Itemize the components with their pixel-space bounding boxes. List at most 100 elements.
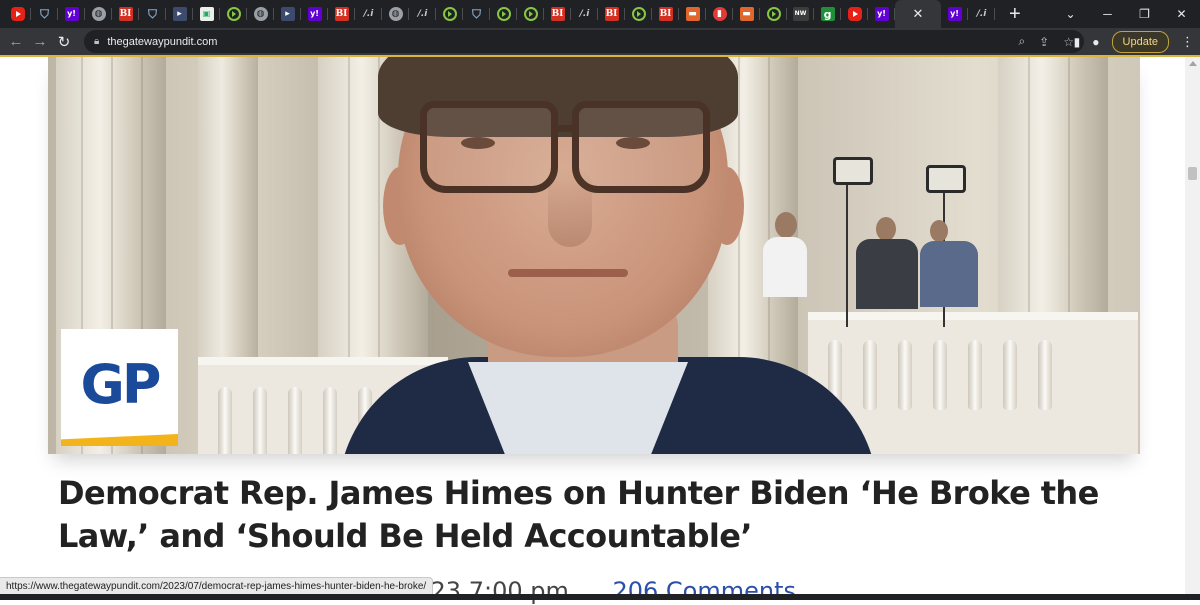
- lock-icon[interactable]: 🔒︎: [94, 36, 99, 47]
- reload-button[interactable]: ↻: [52, 33, 76, 51]
- yahoo-icon: y!: [874, 7, 889, 21]
- zoom-icon[interactable]: ⌕: [1018, 34, 1025, 49]
- update-button[interactable]: Update: [1111, 30, 1169, 53]
- browser-tab[interactable]: BI: [652, 0, 679, 28]
- restore-button[interactable]: ❐: [1126, 7, 1163, 21]
- window-controls: ⌄ ─ ❐ ✕: [1052, 0, 1200, 28]
- browser-tab[interactable]: ⛉: [463, 0, 490, 28]
- subject-eye: [616, 137, 650, 149]
- browser-tab[interactable]: [625, 0, 652, 28]
- light-stand: [846, 177, 848, 327]
- slash-icon: /.i: [417, 8, 428, 19]
- tab-search-chevron-icon[interactable]: ⌄: [1052, 7, 1089, 21]
- bookmark-star-icon[interactable]: ☆: [1063, 35, 1074, 49]
- toolbar-right: ▮ ● Update ⋮: [1074, 28, 1194, 55]
- youtube-icon: [847, 7, 862, 21]
- browser-tab[interactable]: /.i: [409, 0, 436, 28]
- crew-member: [920, 241, 978, 307]
- scroll-thumb[interactable]: [1188, 167, 1197, 180]
- subject-eye: [461, 137, 495, 149]
- browser-tab[interactable]: ⛉: [31, 0, 58, 28]
- yahoo-icon: y!: [307, 7, 322, 21]
- browser-tab[interactable]: ◍: [85, 0, 112, 28]
- browser-tab[interactable]: ▮: [706, 0, 733, 28]
- browser-tab[interactable]: ▣: [193, 0, 220, 28]
- gp-logo[interactable]: GP: [61, 329, 178, 446]
- browser-tab[interactable]: y!: [301, 0, 328, 28]
- browser-tab[interactable]: ▬: [733, 0, 760, 28]
- tab-close-icon[interactable]: ✕: [913, 6, 924, 22]
- browser-tab[interactable]: ⛉: [139, 0, 166, 28]
- slash-icon: /.i: [976, 8, 987, 19]
- yahoo-icon: y!: [64, 7, 79, 21]
- browser-tab[interactable]: y!: [58, 0, 85, 28]
- omnibox-actions: ⌕ ⇪ ☆: [1018, 30, 1074, 53]
- shield-icon: ⛉: [147, 7, 157, 21]
- forward-button[interactable]: →: [28, 33, 52, 50]
- slash-icon: /.i: [363, 8, 374, 19]
- menu-icon[interactable]: ⋮: [1181, 34, 1194, 50]
- browser-tab[interactable]: [517, 0, 544, 28]
- browser-tab[interactable]: /.i: [968, 0, 995, 28]
- address-url[interactable]: thegatewaypundit.com: [107, 36, 217, 48]
- crew-head: [930, 220, 948, 242]
- browser-tab[interactable]: [841, 0, 868, 28]
- browser-tab[interactable]: BI: [544, 0, 571, 28]
- article-hero-image[interactable]: [48, 57, 1140, 454]
- browser-tab[interactable]: NW: [787, 0, 814, 28]
- browser-tab[interactable]: g: [814, 0, 841, 28]
- browser-tab[interactable]: y!: [941, 0, 968, 28]
- browser-tab[interactable]: [760, 0, 787, 28]
- browser-tab[interactable]: [436, 0, 463, 28]
- browser-tab-active[interactable]: ✕: [895, 0, 941, 28]
- youtube-icon: [10, 7, 25, 21]
- bookmark-icon: ▸: [280, 7, 295, 21]
- back-button[interactable]: ←: [4, 33, 28, 50]
- tv-icon: NW: [792, 7, 809, 21]
- address-bar[interactable]: 🔒︎ thegatewaypundit.com ⌕ ⇪ ☆: [84, 30, 1084, 53]
- subject-mouth: [508, 269, 628, 277]
- browser-tab[interactable]: /.i: [571, 0, 598, 28]
- rumble-icon: [523, 7, 538, 21]
- browser-tab[interactable]: ▸: [274, 0, 301, 28]
- comments-link[interactable]: 206 Comments: [612, 577, 796, 605]
- shield-icon: ⛉: [471, 7, 481, 21]
- rumble-icon: [766, 7, 781, 21]
- article-meta: 2023 7:00 pm 206 Comments: [400, 577, 796, 605]
- globe-icon: ◍: [91, 7, 106, 21]
- close-window-button[interactable]: ✕: [1163, 7, 1200, 21]
- browser-tab[interactable]: BI: [328, 0, 355, 28]
- crew-head: [876, 217, 896, 241]
- yahoo-icon: y!: [947, 7, 962, 21]
- browser-tab[interactable]: y!: [868, 0, 895, 28]
- book-icon: ▬: [739, 7, 754, 21]
- browser-tab[interactable]: BI: [598, 0, 625, 28]
- new-tab-button[interactable]: +: [1009, 4, 1021, 24]
- browser-tab[interactable]: ▬: [679, 0, 706, 28]
- browser-tab[interactable]: [4, 0, 31, 28]
- glasses-bridge: [552, 125, 578, 132]
- globe-icon: ◍: [388, 7, 403, 21]
- tab-list: ⛉ y! ◍ BI ⛉ ▸ ▣ ◍ ▸ y! BI /.i ◍ /.i ⛉ BI /.i BI BI ▬ ▮ ▬ NW g y!…: [0, 0, 1021, 28]
- scroll-up-arrow-icon[interactable]: [1189, 61, 1197, 66]
- shield-icon: ⛉: [39, 7, 49, 21]
- microphone-icon: ▮: [712, 7, 727, 21]
- studio-light: [833, 157, 873, 185]
- profile-icon[interactable]: ●: [1092, 35, 1099, 49]
- browser-tab[interactable]: [220, 0, 247, 28]
- rumble-icon: [226, 7, 241, 21]
- browser-tab[interactable]: ▸: [166, 0, 193, 28]
- browser-tab[interactable]: /.i: [355, 0, 382, 28]
- browser-tab[interactable]: BI: [112, 0, 139, 28]
- tab-strip: ⛉ y! ◍ BI ⛉ ▸ ▣ ◍ ▸ y! BI /.i ◍ /.i ⛉ BI /.i BI BI ▬ ▮ ▬ NW g y!…: [0, 0, 1200, 28]
- browser-tab[interactable]: ◍: [247, 0, 274, 28]
- browser-tab[interactable]: ◍: [382, 0, 409, 28]
- side-panel-icon[interactable]: ▮: [1074, 35, 1081, 49]
- share-icon[interactable]: ⇪: [1039, 35, 1049, 49]
- minimize-button[interactable]: ─: [1089, 7, 1126, 21]
- browser-tab[interactable]: [490, 0, 517, 28]
- article-headline: Democrat Rep. James Himes on Hunter Bide…: [58, 474, 1099, 555]
- page-scrollbar[interactable]: [1185, 57, 1200, 600]
- globe-icon: ◍: [253, 7, 268, 21]
- browser-toolbar: ← → ↻ 🔒︎ thegatewaypundit.com ⌕ ⇪ ☆ ▮ ● …: [0, 28, 1200, 55]
